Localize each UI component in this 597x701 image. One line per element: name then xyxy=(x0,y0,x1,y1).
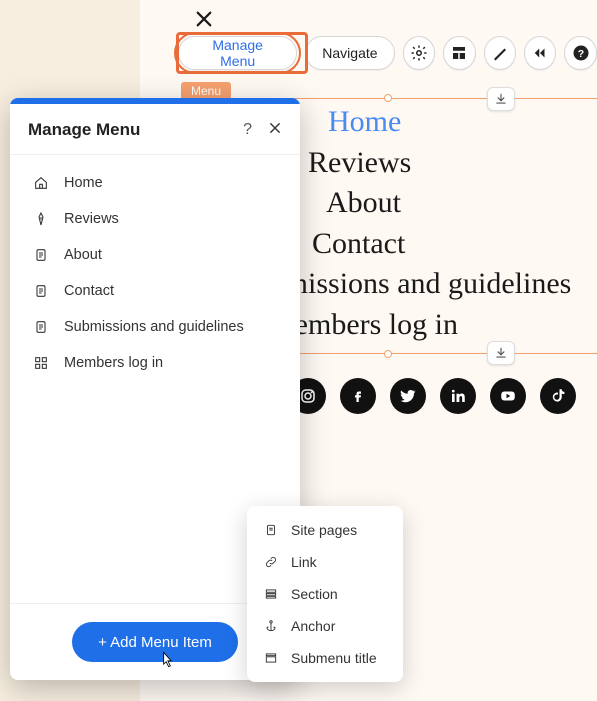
page-icon xyxy=(32,319,50,335)
panel-item-home[interactable]: Home xyxy=(10,165,300,201)
linkedin-icon[interactable] xyxy=(440,378,476,414)
nav-item-members[interactable]: Members log in xyxy=(268,305,597,346)
dropdown-item-label: Section xyxy=(291,586,338,602)
nav-item-home[interactable]: Home xyxy=(308,102,597,143)
panel-title: Manage Menu xyxy=(28,120,140,140)
layout-icon[interactable] xyxy=(443,36,475,70)
navigate-button[interactable]: Navigate xyxy=(305,36,394,70)
add-item-dropdown: Site pages Link Section Anchor Submenu t… xyxy=(247,506,403,682)
panel-item-label: Contact xyxy=(64,283,114,299)
resize-handle-bottom[interactable] xyxy=(384,350,392,358)
panel-item-submissions[interactable]: Submissions and guidelines xyxy=(10,309,300,345)
grid-icon xyxy=(32,355,50,371)
nav-item-contact[interactable]: Contact xyxy=(308,224,597,265)
panel-close-icon[interactable] xyxy=(268,121,282,140)
dropdown-item-label: Link xyxy=(291,554,317,570)
panel-item-members[interactable]: Members log in xyxy=(10,345,300,381)
dropdown-submenu[interactable]: Submenu title xyxy=(247,642,403,674)
nav-item-about[interactable]: About xyxy=(308,183,597,224)
editor-toolbar: Manage Menu Navigate ? xyxy=(178,36,597,70)
svg-text:?: ? xyxy=(578,48,584,60)
link-icon xyxy=(263,555,279,569)
panel-item-label: Submissions and guidelines xyxy=(64,319,244,335)
panel-item-contact[interactable]: Contact xyxy=(10,273,300,309)
design-icon[interactable] xyxy=(484,36,516,70)
panel-help-icon[interactable]: ? xyxy=(243,121,252,140)
dropdown-link[interactable]: Link xyxy=(247,546,403,578)
social-bar xyxy=(290,378,576,414)
panel-item-label: Home xyxy=(64,175,103,191)
dropdown-item-label: Submenu title xyxy=(291,650,377,666)
dropdown-section[interactable]: Section xyxy=(247,578,403,610)
dropdown-item-label: Anchor xyxy=(291,618,335,634)
anchor-icon xyxy=(263,619,279,633)
twitter-icon[interactable] xyxy=(390,378,426,414)
manage-menu-button[interactable]: Manage Menu xyxy=(178,36,297,70)
close-selection-icon[interactable] xyxy=(193,10,215,32)
panel-item-label: Reviews xyxy=(64,211,119,227)
help-icon[interactable]: ? xyxy=(564,36,596,70)
tiktok-icon[interactable] xyxy=(540,378,576,414)
youtube-icon[interactable] xyxy=(490,378,526,414)
panel-item-reviews[interactable]: Reviews xyxy=(10,201,300,237)
page-icon xyxy=(263,523,279,537)
home-icon xyxy=(32,175,50,191)
submenu-icon xyxy=(263,651,279,665)
dropdown-anchor[interactable]: Anchor xyxy=(247,610,403,642)
panel-item-label: Members log in xyxy=(64,355,163,371)
section-icon xyxy=(263,587,279,601)
dropdown-site-pages[interactable]: Site pages xyxy=(247,514,403,546)
page-icon xyxy=(32,247,50,263)
panel-item-about[interactable]: About xyxy=(10,237,300,273)
dropdown-item-label: Site pages xyxy=(291,522,357,538)
resize-handle-top[interactable] xyxy=(384,94,392,102)
facebook-icon[interactable] xyxy=(340,378,376,414)
panel-item-label: About xyxy=(64,247,102,263)
animation-icon[interactable] xyxy=(524,36,556,70)
settings-icon[interactable] xyxy=(403,36,435,70)
page-icon xyxy=(32,283,50,299)
pen-icon xyxy=(32,211,50,227)
add-menu-item-button[interactable]: + Add Menu Item xyxy=(72,622,238,662)
nav-item-reviews[interactable]: Reviews xyxy=(308,143,597,184)
